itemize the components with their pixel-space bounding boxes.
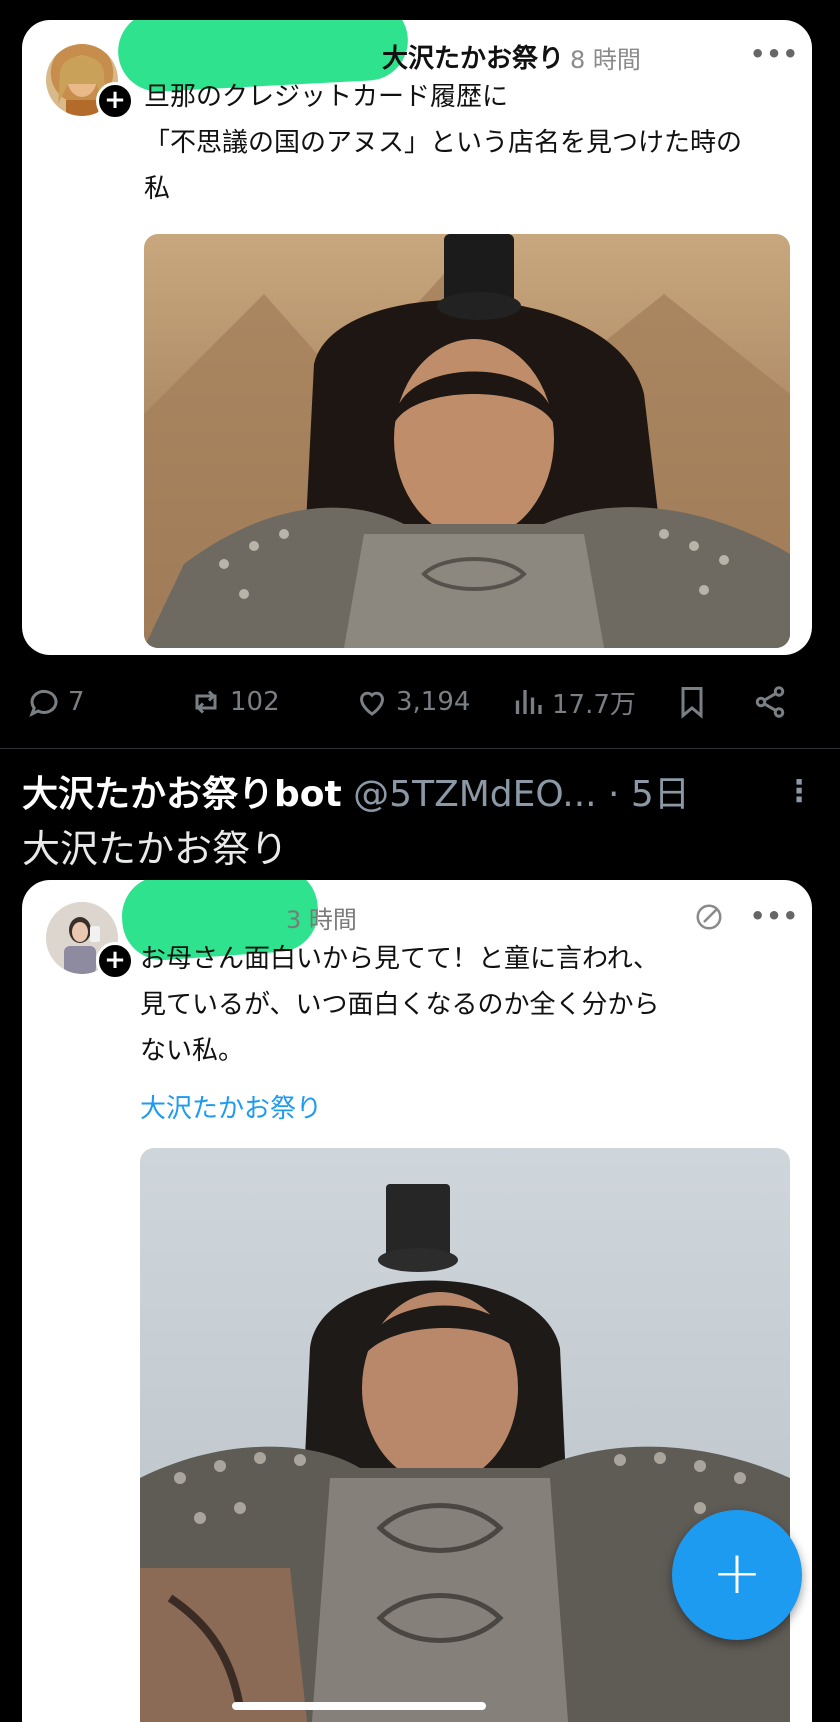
share-icon <box>755 686 785 718</box>
more-options-icon[interactable]: ••• <box>750 40 799 68</box>
hashtag-link[interactable]: 大沢たかお祭り <box>140 1088 322 1125</box>
bot-handle[interactable]: @5TZMdEO... <box>353 774 596 815</box>
post-text-line: ない私。 <box>140 1036 245 1066</box>
more-options-icon[interactable]: ⋮ <box>784 774 814 809</box>
home-indicator[interactable] <box>232 1702 486 1710</box>
post-image[interactable] <box>140 1148 790 1722</box>
share-button[interactable] <box>752 682 788 722</box>
divider <box>0 748 840 749</box>
bar-chart-icon <box>515 690 542 714</box>
post-image[interactable] <box>144 234 790 648</box>
bot-tweet-text: 大沢たかお祭り <box>22 827 289 871</box>
follow-plus-icon[interactable]: + <box>96 942 134 980</box>
like-button[interactable]: 3,194 <box>354 682 470 722</box>
general-photo-illustration <box>144 234 790 648</box>
repost-button[interactable]: 102 <box>188 682 280 722</box>
view-count: 17.7万 <box>552 689 636 720</box>
post-time: 8 時間 <box>570 46 641 74</box>
bot-tweet-time: · 5日 <box>608 774 690 815</box>
more-options-icon[interactable]: ••• <box>750 902 799 930</box>
follow-plus-icon[interactable]: + <box>96 82 134 120</box>
views-button[interactable]: 17.7万 <box>510 682 636 722</box>
repost-icon <box>195 690 217 714</box>
quoted-post-card-1[interactable]: + 大沢たかお祭り 8 時間 ••• 旦那のクレジットカード履歴に 「不思議の国… <box>22 20 812 655</box>
post-text-line: 旦那のクレジットカード履歴に <box>144 82 509 112</box>
post-text-line: 私 <box>144 174 171 204</box>
post-text-line: 「不思議の国のアヌス」という店名を見つけた時の <box>144 128 743 158</box>
post-author-name[interactable]: 大沢たかお祭り <box>382 38 564 75</box>
general-photo-illustration <box>140 1148 790 1722</box>
post-time: 3 時間 <box>286 906 357 934</box>
compose-button[interactable]: + <box>672 1510 802 1640</box>
bot-author-name[interactable]: 大沢たかお祭りbot <box>22 774 342 815</box>
reply-button[interactable]: 7 <box>26 682 85 722</box>
like-count: 3,194 <box>396 687 471 717</box>
reply-count: 7 <box>68 687 85 717</box>
heart-icon <box>359 691 385 716</box>
bot-tweet-header: 大沢たかお祭りbot @5TZMdEO... · 5日 <box>22 765 690 817</box>
post-text-line: 見ているが、いつ面白くなるのか全く分から <box>140 990 660 1020</box>
post-text: 旦那のクレジットカード履歴に 「不思議の国のアヌス」という店名を見つけた時の 私 <box>144 74 742 212</box>
bookmark-icon <box>681 687 703 719</box>
post-text-line: お母さん面白いから見てて！と童に言われ、 <box>140 944 659 974</box>
post-text: お母さん面白いから見てて！と童に言われ、 見ているが、いつ面白くなるのか全く分か… <box>140 936 659 1074</box>
bookmark-button[interactable] <box>674 682 710 722</box>
tweet-action-bar: 7 102 3,194 17.7万 <box>0 670 840 734</box>
repost-count: 102 <box>230 687 280 717</box>
grok-icon[interactable] <box>694 902 724 936</box>
reply-icon <box>29 689 58 718</box>
